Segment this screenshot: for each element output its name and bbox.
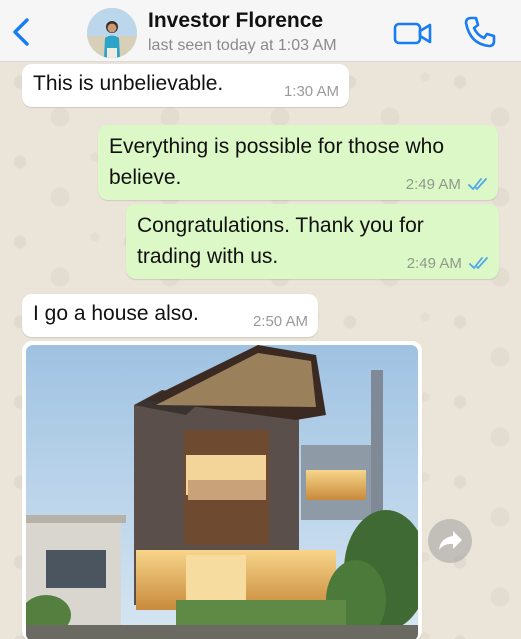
- video-camera-icon[interactable]: [393, 19, 433, 47]
- message-text: This is unbelievable.: [33, 72, 224, 95]
- modern-house-photo[interactable]: [26, 345, 418, 639]
- message-text: Everything is possible for those who bel…: [109, 135, 445, 189]
- double-check-icon: [468, 178, 487, 191]
- last-seen-status: last seen today at 1:03 AM: [148, 37, 337, 54]
- message-incoming[interactable]: This is unbelievable. 1:30 AM: [22, 64, 349, 107]
- image-message[interactable]: [22, 341, 422, 639]
- message-time: 2:49 AM: [406, 255, 462, 272]
- message-text: I go a house also.: [33, 302, 199, 325]
- double-check-icon: [469, 257, 488, 270]
- message-time: 2:50 AM: [252, 313, 308, 330]
- forward-arrow-icon[interactable]: [428, 519, 472, 563]
- message-time: 1:30 AM: [283, 83, 339, 100]
- message-meta: 2:49 AM: [406, 176, 488, 194]
- message-meta: 2:49 AM: [407, 255, 489, 273]
- avatar[interactable]: [87, 8, 137, 58]
- message-outgoing[interactable]: Congratulations. Thank you for trading w…: [126, 204, 499, 279]
- message-incoming[interactable]: I go a house also. 2:50 AM: [22, 294, 318, 337]
- chat-header: Investor Florence last seen today at 1:0…: [0, 0, 521, 62]
- message-time: 2:49 AM: [405, 176, 461, 193]
- message-outgoing[interactable]: Everything is possible for those who bel…: [98, 125, 498, 200]
- chevron-left-icon[interactable]: [10, 18, 32, 46]
- message-text: Congratulations. Thank you for trading w…: [137, 214, 424, 268]
- phone-icon[interactable]: [463, 15, 497, 49]
- contact-name[interactable]: Investor Florence: [148, 9, 323, 33]
